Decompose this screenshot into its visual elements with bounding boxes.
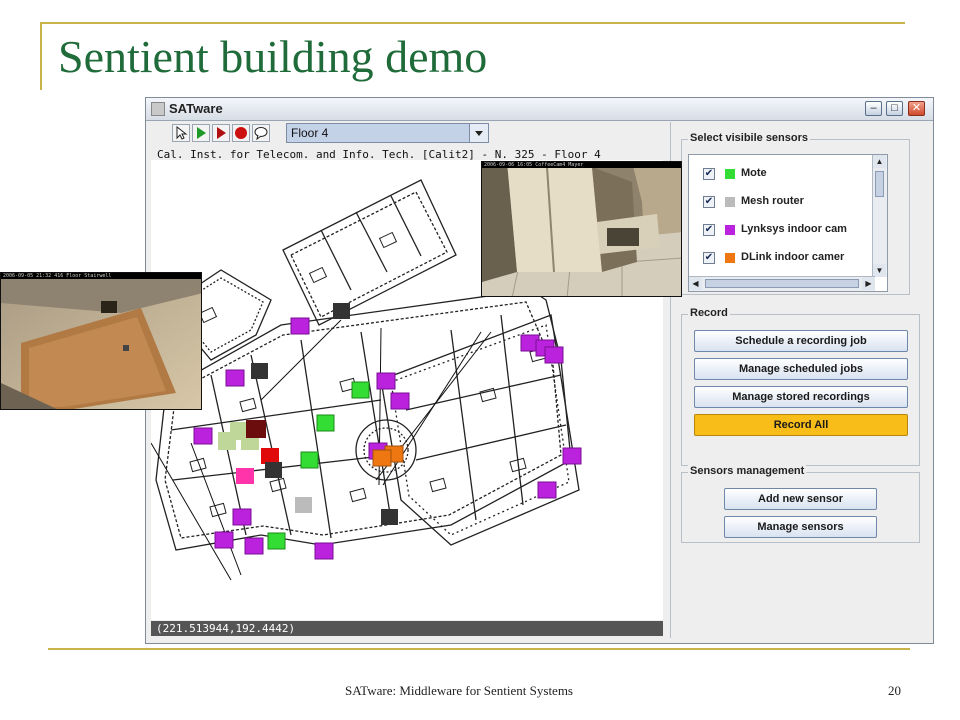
scroll-right-icon[interactable]: ▶ xyxy=(862,277,875,290)
stairwell-camera-timestamp: 2006-09-05 21:32 xyxy=(3,273,52,279)
sensor-marker-pink xyxy=(236,468,254,484)
mesh-router-checkbox[interactable]: ✔ xyxy=(703,196,715,208)
record-group-title: Record xyxy=(688,307,730,319)
cursor-coordinates: (221.513944,192.4442) xyxy=(151,621,663,636)
pointer-icon xyxy=(176,126,188,140)
annotate-button[interactable] xyxy=(252,124,270,142)
hscroll-thumb[interactable] xyxy=(705,279,859,288)
floor-select-value: Floor 4 xyxy=(291,126,329,140)
sensor-marker-lynksys xyxy=(314,542,334,560)
sensor-marker-lynksys xyxy=(544,346,564,364)
sensor-list-vscroll[interactable]: ▲ ▼ xyxy=(872,155,887,277)
map-toolbar: Floor 4 xyxy=(148,122,668,144)
sensor-marker-mote xyxy=(300,451,319,469)
sensor-marker-lynksys xyxy=(290,317,310,335)
mesh-router-swatch xyxy=(725,197,735,207)
record-group: Record Schedule a recording job Manage s… xyxy=(681,307,920,466)
sensor-visibility-group: Select visibile sensors ✔ Mote ✔ Mesh ro… xyxy=(681,132,910,295)
record-icon xyxy=(235,127,247,139)
stairwell-camera-header: 2006-09-05 21:32 416 Floor Stairwell xyxy=(1,273,201,279)
minimize-button[interactable]: – xyxy=(865,101,882,116)
scroll-left-icon[interactable]: ◀ xyxy=(689,277,702,290)
dlink-label: DLink indoor camer xyxy=(741,251,845,263)
dlink-swatch xyxy=(725,253,735,263)
sensor-marker-mesh xyxy=(333,303,350,319)
coffee-camera-timestamp: 2006-09-06 16:05 xyxy=(484,162,533,168)
sensor-row-lynksys[interactable]: ✔ Lynksys indoor cam xyxy=(689,221,887,239)
manage-stored-recordings-button[interactable]: Manage stored recordings xyxy=(694,386,908,408)
coffee-camera-feed[interactable]: 2006-09-06 16:05 CoffeeCam4 Mayer xyxy=(481,161,682,297)
top-rule xyxy=(40,22,905,24)
window-titlebar[interactable]: SATware – □ ✕ xyxy=(146,98,933,121)
sensor-marker-mesh xyxy=(251,363,268,379)
slide-title: Sentient building demo xyxy=(58,31,488,82)
title-left-rule xyxy=(40,22,42,90)
schedule-recording-button[interactable]: Schedule a recording job xyxy=(694,330,908,352)
stairwell-camera-label: 416 Floor Stairwell xyxy=(54,273,112,279)
dlink-checkbox[interactable]: ✔ xyxy=(703,252,715,264)
sensor-marker-lynksys xyxy=(225,369,245,387)
pointer-tool-button[interactable] xyxy=(172,124,190,142)
sensor-row-mesh-router[interactable]: ✔ Mesh router xyxy=(689,193,887,211)
play-icon xyxy=(197,127,206,139)
sensor-row-dlink[interactable]: ✔ DLink indoor camer xyxy=(689,249,887,267)
add-sensor-button[interactable]: Add new sensor xyxy=(724,488,877,510)
scroll-up-icon[interactable]: ▲ xyxy=(873,155,886,168)
sensor-marker-lynksys xyxy=(376,372,396,390)
bottom-rule xyxy=(48,648,910,650)
mote-swatch xyxy=(725,169,735,179)
play-record-button[interactable] xyxy=(212,124,230,142)
coffee-camera-header: 2006-09-06 16:05 CoffeeCam4 Mayer xyxy=(482,162,681,168)
sensors-management-group: Sensors management Add new sensor Manage… xyxy=(681,465,920,543)
sensor-marker-lynksys xyxy=(562,447,582,465)
sensor-marker-mote xyxy=(267,532,286,550)
sensor-list[interactable]: ✔ Mote ✔ Mesh router ✔ Lynksys indoor ca… xyxy=(688,154,888,292)
sensor-marker-dark-red xyxy=(246,420,266,438)
sensor-marker-lynksys xyxy=(537,481,557,499)
record-button[interactable] xyxy=(232,124,250,142)
sensor-list-hscroll[interactable]: ◀ ▶ xyxy=(689,276,875,291)
sensor-marker-dlink xyxy=(372,449,392,467)
maximize-button[interactable]: □ xyxy=(886,101,903,116)
play-record-icon xyxy=(217,127,226,139)
app-icon xyxy=(151,102,165,116)
chevron-down-icon[interactable] xyxy=(469,124,488,142)
sensor-marker-mesh-light xyxy=(295,497,312,513)
sensor-marker-lynksys xyxy=(193,427,213,445)
lynksys-swatch xyxy=(725,225,735,235)
manage-sensors-button[interactable]: Manage sensors xyxy=(724,516,877,538)
record-all-button[interactable]: Record All xyxy=(694,414,908,436)
sensor-visibility-title: Select visibile sensors xyxy=(688,132,811,144)
lynksys-checkbox[interactable]: ✔ xyxy=(703,224,715,236)
sensor-marker-lynksys xyxy=(214,531,234,549)
slide-footer: SATware: Middleware for Sentient Systems xyxy=(345,683,573,698)
floor-select[interactable]: Floor 4 xyxy=(286,123,489,143)
sensor-marker-red xyxy=(261,448,279,464)
control-panel: Select visibile sensors ✔ Mote ✔ Mesh ro… xyxy=(670,122,932,638)
mesh-router-label: Mesh router xyxy=(741,195,804,207)
sensor-marker-lynksys xyxy=(232,508,252,526)
sensor-marker-mesh xyxy=(381,509,398,525)
sensor-row-mote[interactable]: ✔ Mote xyxy=(689,165,887,183)
stairwell-camera-feed[interactable]: 2006-09-05 21:32 416 Floor Stairwell xyxy=(0,272,202,410)
sensors-management-title: Sensors management xyxy=(688,465,807,477)
scroll-thumb[interactable] xyxy=(875,171,884,197)
sensor-marker-mesh xyxy=(265,462,282,478)
coffee-camera-label: CoffeeCam4 Mayer xyxy=(535,162,584,168)
manage-scheduled-jobs-button[interactable]: Manage scheduled jobs xyxy=(694,358,908,380)
sensor-marker-lynksys xyxy=(244,537,264,555)
window-title: SATware xyxy=(169,101,223,116)
play-button[interactable] xyxy=(192,124,210,142)
mote-label: Mote xyxy=(741,167,767,179)
sensor-marker-mote xyxy=(351,381,370,399)
sensor-marker-mote xyxy=(316,414,335,432)
sensor-marker-lynksys xyxy=(390,392,410,410)
lynksys-label: Lynksys indoor cam xyxy=(741,223,847,235)
page-number: 20 xyxy=(888,683,901,698)
mote-checkbox[interactable]: ✔ xyxy=(703,168,715,180)
camera-view-lines xyxy=(151,319,492,581)
speech-bubble-icon xyxy=(254,127,268,140)
close-button[interactable]: ✕ xyxy=(908,101,925,116)
